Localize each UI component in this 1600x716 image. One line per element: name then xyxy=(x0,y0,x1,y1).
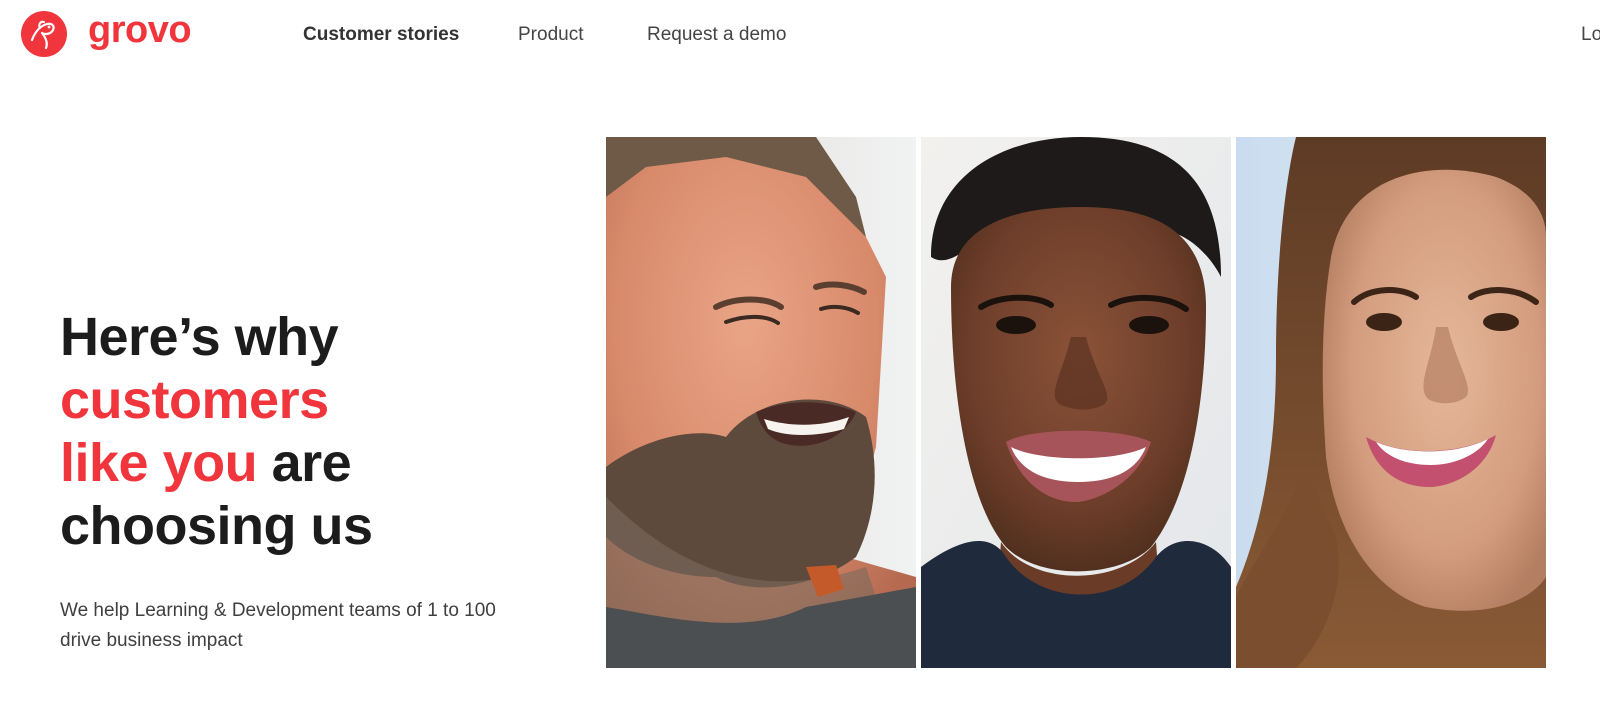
customer-photo-2 xyxy=(921,137,1231,668)
customer-photo-1 xyxy=(606,137,916,668)
hero-subtitle: We help Learning & Development teams of … xyxy=(60,600,496,651)
smiling-woman-long-hair-photo xyxy=(1236,137,1546,668)
hero-title-accent-1: customers xyxy=(60,370,329,430)
hero-title-rest-2: are xyxy=(257,433,352,493)
nav-customer-stories[interactable]: Customer stories xyxy=(303,24,459,46)
grovo-logo-link[interactable]: grovo xyxy=(20,9,192,58)
page: grovo Customer stories Product Request a… xyxy=(0,0,1600,716)
hero-title-line-1: Here’s why xyxy=(60,307,339,367)
customer-photo-3 xyxy=(1236,137,1546,668)
nav-request-demo[interactable]: Request a demo xyxy=(647,24,786,46)
hero-title-accent-2: like you xyxy=(60,433,258,493)
hero-title: Here’s why customers like you are choosi… xyxy=(60,306,540,558)
nav-product[interactable]: Product xyxy=(518,24,583,46)
nav-login-link[interactable]: Lo xyxy=(1581,24,1600,46)
smiling-bearded-man-photo xyxy=(606,137,916,668)
grovo-bird-logo-icon xyxy=(21,11,67,57)
brand-wordmark: grovo xyxy=(88,9,192,51)
hero-title-line-4: choosing us xyxy=(60,496,373,556)
smiling-woman-short-hair-photo xyxy=(921,137,1231,668)
